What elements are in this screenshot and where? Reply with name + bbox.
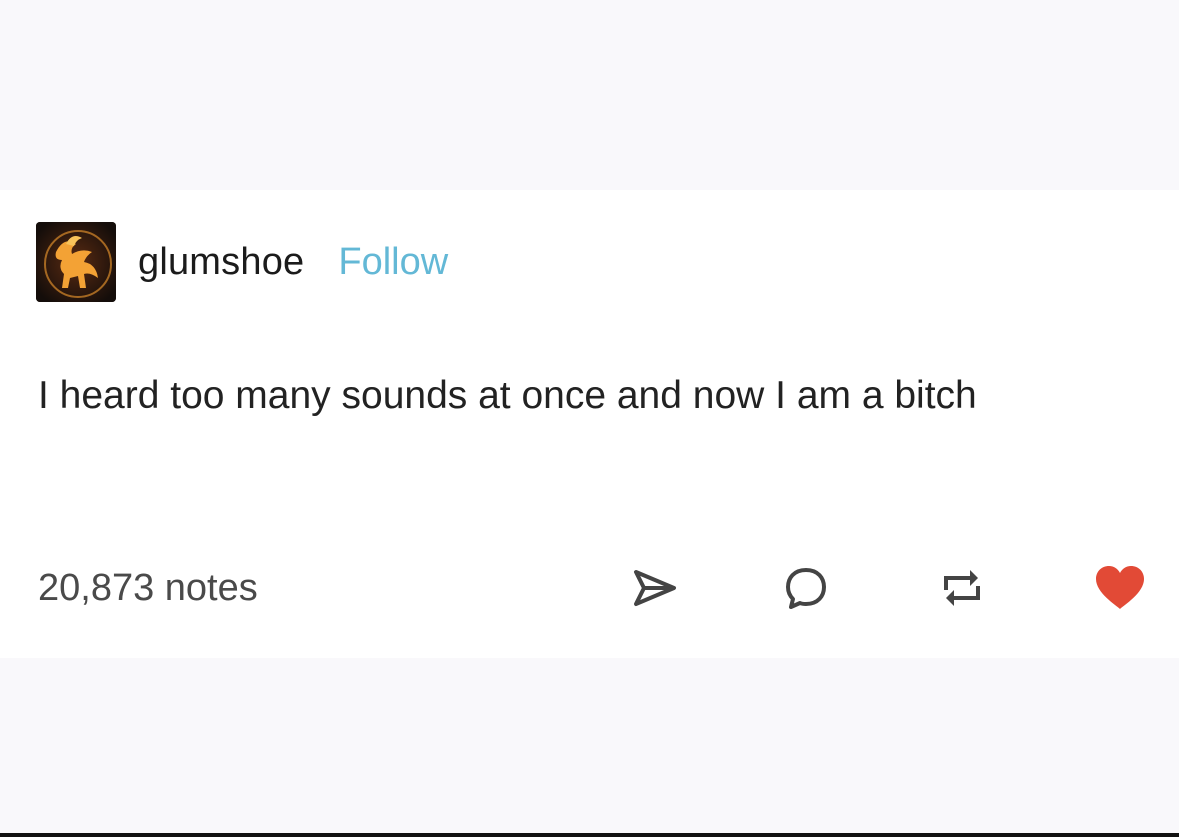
bottom-border: [0, 833, 1179, 837]
heart-icon: [1096, 566, 1144, 609]
post-footer: 20,873 notes: [38, 562, 1158, 614]
speech-bubble-icon: [786, 568, 826, 609]
follow-button[interactable]: Follow: [338, 241, 448, 284]
reblog-button[interactable]: [932, 562, 992, 614]
griffin-avatar-icon[interactable]: [36, 222, 116, 302]
post-card: glumshoe Follow I heard too many sounds …: [0, 190, 1179, 658]
like-button[interactable]: [1090, 562, 1150, 614]
reblog-icon: [944, 570, 980, 606]
share-arrow-icon: [634, 570, 676, 606]
reply-button[interactable]: [776, 562, 836, 614]
post-text: I heard too many sounds at once and now …: [38, 374, 977, 417]
notes-count[interactable]: 20,873 notes: [38, 562, 258, 614]
username[interactable]: glumshoe: [138, 241, 304, 284]
post-header: glumshoe Follow: [36, 222, 448, 302]
page: glumshoe Follow I heard too many sounds …: [0, 0, 1179, 837]
share-button[interactable]: [624, 562, 684, 614]
